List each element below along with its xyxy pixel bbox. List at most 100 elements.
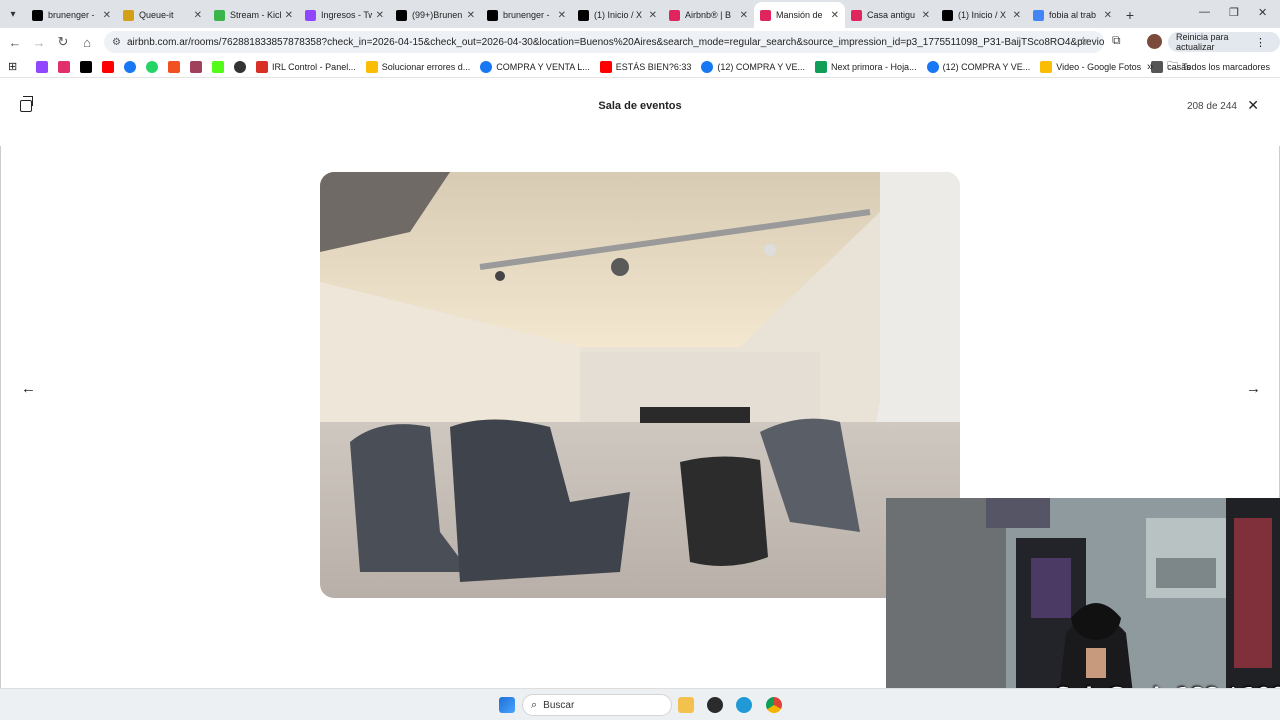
restart-label: Reinicia para actualizar [1176,32,1229,52]
browser-tab[interactable]: Airbnb® | B ✕ [663,2,754,28]
bookmark-item[interactable] [146,60,162,73]
close-tab-icon[interactable]: ✕ [649,10,657,21]
site-settings-icon[interactable]: ⚙ [112,37,121,48]
address-bar[interactable]: ⚙ airbnb.com.ar/rooms/762881833857878358… [104,31,1104,53]
browser-tab[interactable]: Ingresos - Tw ✕ [299,2,390,28]
bookmark-star-icon[interactable]: ☆ [1078,34,1089,48]
bookmark-item[interactable] [102,60,118,73]
windows-start-icon[interactable] [499,697,515,713]
sheets-icon [815,60,828,73]
obs-icon[interactable] [707,697,723,713]
close-tab-icon[interactable]: ✕ [740,10,748,21]
bookmarks-list: IRL Control - Panel... Solucionar errores… [36,60,1201,73]
forward-arrow-icon[interactable]: → [27,35,51,50]
bookmark-item[interactable] [124,60,140,73]
close-tab-icon[interactable]: ✕ [831,10,839,21]
tab-list: brunenger - ✕ Queue-it ✕ Stream - Kick ✕ Ingre… [26,2,1118,28]
os-taskbar: ⌕ Buscar [0,688,1280,720]
event-room-photo [320,172,960,598]
bookmark-item[interactable] [36,60,52,73]
all-bookmarks-folder[interactable]: 🗀 Todos los marcadores [1167,57,1270,76]
edge-icon[interactable] [736,697,752,713]
bookmark-item[interactable]: Next primora - Hoja... [815,60,917,73]
previous-photo-arrow-icon[interactable]: ← [21,380,36,397]
restore-icon[interactable]: ❐ [1229,6,1239,19]
bookmark-item[interactable]: ESTÁS BIEN?6:33 [599,60,691,73]
more-bookmarks-icon[interactable]: » [1147,61,1153,73]
bookmark-label: Next primora - Hoja... [831,61,917,72]
bookmark-label: (12) COMPRA Y VE... [717,61,806,72]
tab-title: Stream - Kick [230,10,281,20]
x-logo-icon [32,9,43,21]
bookmark-item[interactable]: (12) COMPRA Y VE... [701,60,806,73]
browser-tab[interactable]: Queue-it ✕ [117,2,208,28]
app-icon [190,60,202,73]
bookmark-item[interactable]: COMPRA Y VENTA L... [480,60,590,73]
browser-tab[interactable]: (1) Inicio / X ✕ [936,2,1027,28]
chrome-icon[interactable] [766,697,782,713]
kebab-menu-icon: ⋮ [1255,36,1266,49]
search-placeholder: Buscar [543,699,575,711]
browser-tab[interactable]: fobia al trab ✕ [1027,2,1118,28]
browser-tab[interactable]: (99+)Brunen ✕ [390,2,481,28]
close-tab-icon[interactable]: ✕ [1104,10,1112,21]
bookmark-label: IRL Control - Panel... [272,61,356,72]
google-logo-icon [1033,9,1044,21]
bookmark-item[interactable] [190,60,206,73]
globe-icon [234,60,246,73]
x-logo-icon [578,9,589,21]
browser-tab[interactable]: brunenger - ✕ [481,2,572,28]
close-tab-icon[interactable]: ✕ [558,10,566,21]
minimize-icon[interactable]: — [1199,6,1210,18]
tab-title: brunenger - [48,10,95,20]
restart-to-update-button[interactable]: Reinicia para actualizar ⋮ [1168,32,1280,52]
tab-title: (1) Inicio / X [958,10,1007,20]
extensions-icon[interactable]: ⧉ [1112,33,1121,48]
all-bookmarks-label: Todos los marcadores [1181,61,1270,72]
bookmark-item[interactable] [212,60,228,73]
close-tab-icon[interactable]: ✕ [285,10,293,21]
tab-title: (99+)Brunen [412,10,463,20]
reload-icon[interactable]: ↻ [51,34,75,50]
close-tab-icon[interactable]: ✕ [1013,10,1021,21]
close-gallery-icon[interactable]: ✕ [1247,97,1259,114]
facebook-icon [701,60,714,73]
browser-tab[interactable]: Mansión de ✕ [754,2,845,28]
browser-tab[interactable]: Casa antigu ✕ [845,2,936,28]
bookmark-item[interactable]: Solucionar errores d... [365,60,471,73]
bookmark-item[interactable]: (12) COMPRA Y VE... [926,60,1030,73]
back-arrow-icon[interactable]: ← [3,35,27,50]
close-tab-icon[interactable]: ✕ [194,10,202,21]
facebook-icon [480,60,493,73]
profile-avatar[interactable] [1147,34,1162,49]
bookmark-item[interactable]: IRL Control - Panel... [256,60,356,73]
close-tab-icon[interactable]: ✕ [103,10,111,21]
queue-it-logo-icon [123,9,134,21]
browser-tab[interactable]: brunenger - ✕ [26,2,117,28]
taskbar-search-box[interactable]: ⌕ Buscar [522,694,672,716]
streamer-webcam-overlay: Sub Goal: 188 / 1000 [886,498,1280,720]
bookmark-item[interactable] [234,60,250,73]
file-explorer-icon[interactable] [678,697,694,713]
tab-search-icon[interactable]: ▾ [0,0,26,28]
next-photo-arrow-icon[interactable]: → [1246,380,1261,397]
photo-counter: 208 de 244 [1186,101,1237,112]
window-close-icon[interactable]: ✕ [1258,6,1267,19]
apps-grid-icon[interactable]: ⊞ [8,60,22,73]
new-tab-button[interactable]: + [1118,2,1142,28]
tab-title: Ingresos - Tw [321,10,372,20]
photo-gallery-header: Sala de eventos 208 de 244 ✕ [0,80,1280,136]
browser-tab[interactable]: (1) Inicio / X ✕ [572,2,663,28]
bookmark-item[interactable]: Video - Google Fotos [1040,60,1141,73]
close-tab-icon[interactable]: ✕ [376,10,384,21]
bookmark-item[interactable] [80,60,96,73]
close-tab-icon[interactable]: ✕ [922,10,930,21]
bookmark-item[interactable] [168,60,184,73]
browser-toolbar: ← → ↻ ⌂ ⚙ airbnb.com.ar/rooms/7628818338… [0,28,1280,56]
home-icon[interactable]: ⌂ [75,35,99,50]
close-tab-icon[interactable]: ✕ [467,10,475,21]
bookmark-label: Solucionar errores d... [381,61,471,72]
twitch-icon [36,60,48,73]
bookmark-item[interactable] [58,60,74,73]
browser-tab[interactable]: Stream - Kick ✕ [208,2,299,28]
